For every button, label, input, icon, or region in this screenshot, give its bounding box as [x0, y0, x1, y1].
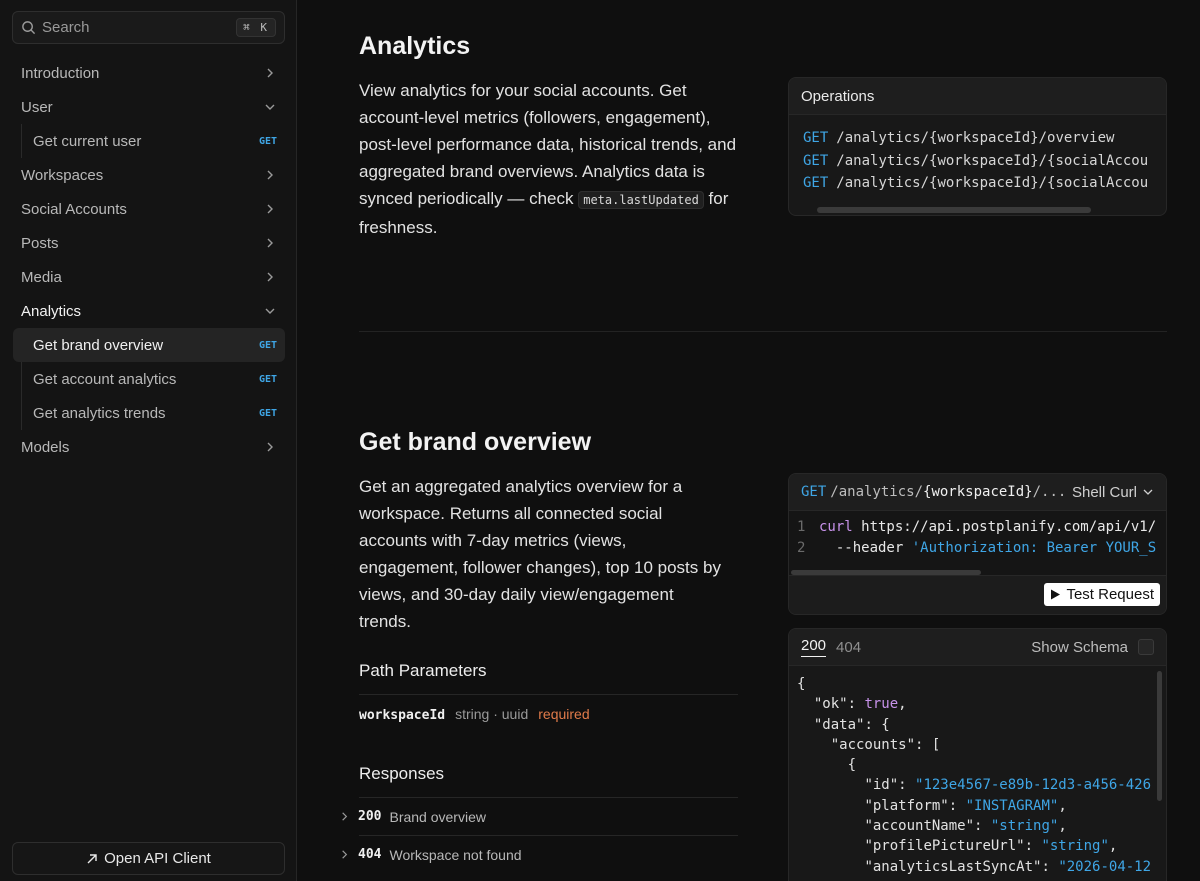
language-selector[interactable]: Shell Curl	[1072, 484, 1154, 501]
chevron-down-icon	[265, 308, 275, 314]
method-badge: GET	[258, 373, 277, 385]
sidebar-item-posts[interactable]: Posts	[12, 226, 285, 260]
operations-list: GET/analytics/{workspaceId}/overview GET…	[789, 115, 1166, 195]
section-title-analytics: Analytics	[359, 32, 471, 60]
show-schema-toggle[interactable]: Show Schema	[1031, 639, 1154, 656]
search-shortcut: ⌘ K	[236, 18, 276, 37]
code-sample: 1 curl https://api.postplanify.com/api/v1…	[789, 511, 1166, 575]
chevron-right-icon	[267, 442, 273, 452]
user-subnav: Get current user GET	[21, 124, 285, 158]
chevron-right-icon	[267, 68, 273, 78]
open-api-client-button[interactable]: Open API Client	[12, 842, 285, 875]
section-divider	[359, 331, 1167, 332]
chevron-right-icon	[342, 850, 348, 859]
sidebar-item-get-brand-overview[interactable]: Get brand overview GET	[13, 328, 285, 362]
response-example-panel: 200 404 Show Schema { "ok": true, "data"…	[788, 628, 1167, 881]
operation-row[interactable]: GET/analytics/{workspaceId}/overview	[803, 127, 1166, 150]
tab-404[interactable]: 404	[836, 639, 861, 656]
path-parameter-workspace-id: workspaceId string · uuid required	[359, 706, 590, 723]
chevron-right-icon	[267, 238, 273, 248]
method-badge: GET	[258, 407, 277, 419]
required-badge: required	[538, 706, 590, 722]
search-input[interactable]: Search ⌘ K	[12, 11, 285, 44]
sidebar: Search ⌘ K Introduction User Get current…	[0, 0, 297, 881]
sidebar-nav: Introduction User Get current user GET W…	[12, 56, 285, 464]
chevron-right-icon	[267, 204, 273, 214]
search-placeholder: Search	[42, 19, 90, 36]
chevron-down-icon	[1143, 489, 1153, 495]
operations-panel: Operations GET/analytics/{workspaceId}/o…	[788, 77, 1167, 216]
method-badge: GET	[258, 339, 277, 351]
sidebar-item-get-current-user[interactable]: Get current user GET	[13, 124, 285, 158]
path-parameters-title: Path Parameters	[359, 661, 487, 680]
show-schema-checkbox[interactable]	[1138, 639, 1154, 655]
chevron-right-icon	[342, 812, 348, 821]
test-request-button[interactable]: Test Request	[1044, 583, 1160, 606]
play-icon	[1051, 589, 1061, 600]
operation-row[interactable]: GET/analytics/{workspaceId}/{socialAccou	[803, 172, 1166, 195]
sidebar-item-user[interactable]: User	[12, 90, 285, 124]
code-line: 2 --header 'Authorization: Bearer YOUR_S	[797, 540, 1157, 556]
search-icon	[22, 21, 36, 35]
chevron-down-icon	[265, 104, 275, 110]
analytics-subnav: Get brand overview GET Get account analy…	[13, 328, 285, 430]
response-json: { "ok": true, "data": { "accounts": [ { …	[797, 676, 1152, 875]
sidebar-item-models[interactable]: Models	[12, 430, 285, 464]
response-tabs: 200 404 Show Schema	[789, 629, 1166, 666]
responses-title: Responses	[359, 764, 445, 783]
main-content: Analytics View analytics for your social…	[297, 0, 1200, 881]
sidebar-item-get-analytics-trends[interactable]: Get analytics trends GET	[13, 396, 285, 430]
endpoint-description: Get an aggregated analytics overview for…	[359, 477, 721, 631]
response-row-404[interactable]: 404 Workspace not found	[339, 836, 738, 873]
vertical-scrollbar[interactable]	[1157, 671, 1162, 801]
chevron-right-icon	[267, 170, 273, 180]
operations-header: Operations	[789, 78, 1166, 115]
sidebar-item-get-account-analytics[interactable]: Get account analytics GET	[13, 362, 285, 396]
request-path: GET/analytics/{workspaceId}/...	[801, 484, 1067, 500]
divider	[359, 694, 738, 695]
sidebar-item-analytics[interactable]: Analytics	[12, 294, 285, 328]
operation-row[interactable]: GET/analytics/{workspaceId}/{socialAccou	[803, 150, 1166, 173]
horizontal-scrollbar[interactable]	[817, 207, 1091, 213]
request-example-panel: GET/analytics/{workspaceId}/... Shell Cu…	[788, 473, 1167, 615]
sidebar-item-media[interactable]: Media	[12, 260, 285, 294]
request-footer: Test Request	[789, 575, 1166, 614]
sidebar-item-workspaces[interactable]: Workspaces	[12, 158, 285, 192]
code-line: 1 curl https://api.postplanify.com/api/v1…	[797, 519, 1157, 535]
method-badge: GET	[258, 135, 277, 147]
analytics-description: View analytics for your social accounts.…	[359, 81, 737, 237]
chevron-right-icon	[267, 272, 273, 282]
inline-code: meta.lastUpdated	[578, 191, 704, 209]
arrow-up-right-icon	[87, 853, 97, 863]
tab-200[interactable]: 200	[801, 637, 827, 657]
request-header: GET/analytics/{workspaceId}/... Shell Cu…	[789, 474, 1166, 511]
sidebar-item-social-accounts[interactable]: Social Accounts	[12, 192, 285, 226]
endpoint-title: Get brand overview	[359, 428, 592, 456]
response-row-200[interactable]: 200 Brand overview	[339, 798, 738, 835]
sidebar-item-introduction[interactable]: Introduction	[12, 56, 285, 90]
